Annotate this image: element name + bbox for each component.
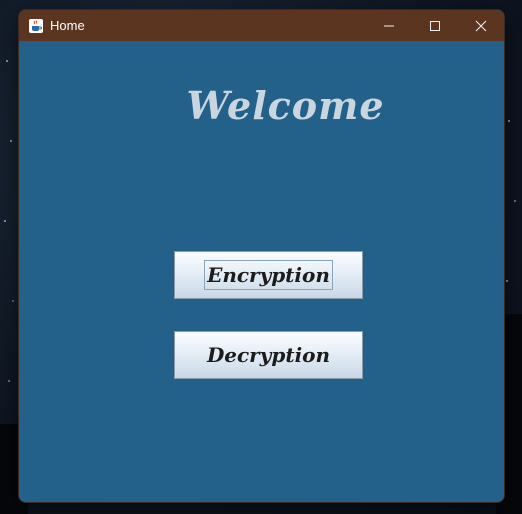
decryption-button[interactable]: Decryption [174, 331, 363, 379]
minimize-button[interactable] [366, 10, 412, 41]
home-window: Home Welcome Encryption Decryption [18, 9, 505, 503]
minimize-icon [384, 25, 394, 26]
title-bar[interactable]: Home [19, 10, 504, 41]
window-title: Home [50, 18, 85, 33]
java-cup-icon [28, 18, 44, 34]
maximize-button[interactable] [412, 10, 458, 41]
maximize-icon [430, 20, 440, 31]
encryption-button[interactable]: Encryption [174, 251, 363, 299]
close-button[interactable] [458, 10, 504, 41]
client-area: Welcome Encryption Decryption [19, 41, 504, 502]
welcome-heading: Welcome [186, 83, 385, 128]
decryption-button-label: Decryption [206, 343, 331, 367]
encryption-button-label: Encryption [204, 260, 333, 290]
close-icon [475, 20, 487, 31]
